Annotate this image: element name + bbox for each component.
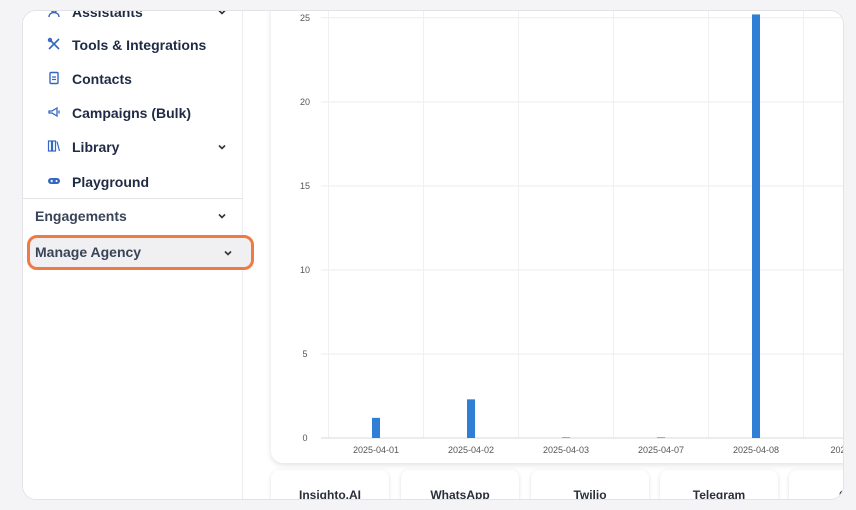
y-tick-label: 15 [300,181,310,191]
sidebar-item-label: Playground [72,174,150,190]
sidebar-item-label: Tools & Integrations [72,37,207,53]
app-window: Assistants Tools & Integrations Contacts… [22,10,844,500]
sidebar-item-playground[interactable]: Playground [23,169,243,195]
sidebar-item-label: Campaigns (Bulk) [72,105,192,121]
channel-label: C [839,488,843,499]
channel-tab-insighto[interactable]: Insighto.AI [271,470,389,500]
sidebar-item-label: Assistants [72,10,143,20]
sidebar-item-tools[interactable]: Tools & Integrations [23,32,243,58]
x-tick-label: 2025-04-02 [448,445,494,455]
x-tick-label: 2025-04-08 [733,445,779,455]
sidebar: Assistants Tools & Integrations Contacts… [23,10,254,499]
channel-tab-more[interactable]: C [789,470,843,499]
section-label: Engagements [35,208,127,224]
bar[interactable] [372,417,380,438]
chart-card: 0 5 10 15 20 25 2025-04-01 2025-04-02 2025-04-03… [271,11,844,463]
bar[interactable] [562,437,570,438]
channel-label: WhatsApp [430,488,490,500]
y-tick-label: 5 [302,349,307,359]
bar[interactable] [752,14,760,438]
chevron-down-icon[interactable] [217,142,227,152]
channel-tab-telegram[interactable]: Telegram [660,470,778,500]
channel-label: Telegram [692,488,746,500]
sidebar-item-contacts[interactable]: Contacts [23,66,243,92]
bar[interactable] [467,399,475,438]
contacts-icon [47,71,61,85]
section-label: Manage Agency [35,244,142,260]
sidebar-divider [23,198,243,199]
sidebar-section-engagements[interactable]: Engagements [23,203,243,229]
sidebar-item-label: Library [72,139,120,155]
user-icon [47,11,61,18]
x-tick-label: 2025-04-01 [353,445,399,455]
channel-tab-whatsapp[interactable]: WhatsApp [401,470,519,500]
y-tick-label: 0 [302,433,307,443]
x-tick-label: 2025-04-03 [543,445,589,455]
tools-icon [47,37,61,51]
sidebar-section-manage-agency[interactable]: Manage Agency [27,235,254,270]
bar-chart: 0 5 10 15 20 25 2025-04-01 2025-04-02 2025-04-03… [300,11,844,455]
sidebar-item-label: Contacts [72,71,132,87]
x-tick-label: 2025-04-0 [830,445,844,455]
y-tick-label: 25 [300,13,310,23]
y-tick-label: 10 [300,265,310,275]
chevron-down-icon[interactable] [223,248,233,258]
channel-label: Twilio [573,488,607,500]
chevron-down-icon[interactable] [217,211,227,221]
sidebar-item-campaigns[interactable]: Campaigns (Bulk) [23,100,243,126]
chevron-down-icon[interactable] [217,10,227,17]
channel-tab-twilio[interactable]: Twilio [531,470,649,500]
megaphone-icon [47,105,61,119]
sidebar-item-assistants[interactable]: Assistants [23,10,243,25]
channel-label: Insighto.AI [299,488,361,500]
library-icon [47,139,61,153]
sidebar-item-library[interactable]: Library [23,134,243,160]
gamepad-icon [47,174,61,188]
y-tick-label: 20 [300,97,310,107]
bar[interactable] [657,437,665,438]
x-tick-label: 2025-04-07 [638,445,684,455]
